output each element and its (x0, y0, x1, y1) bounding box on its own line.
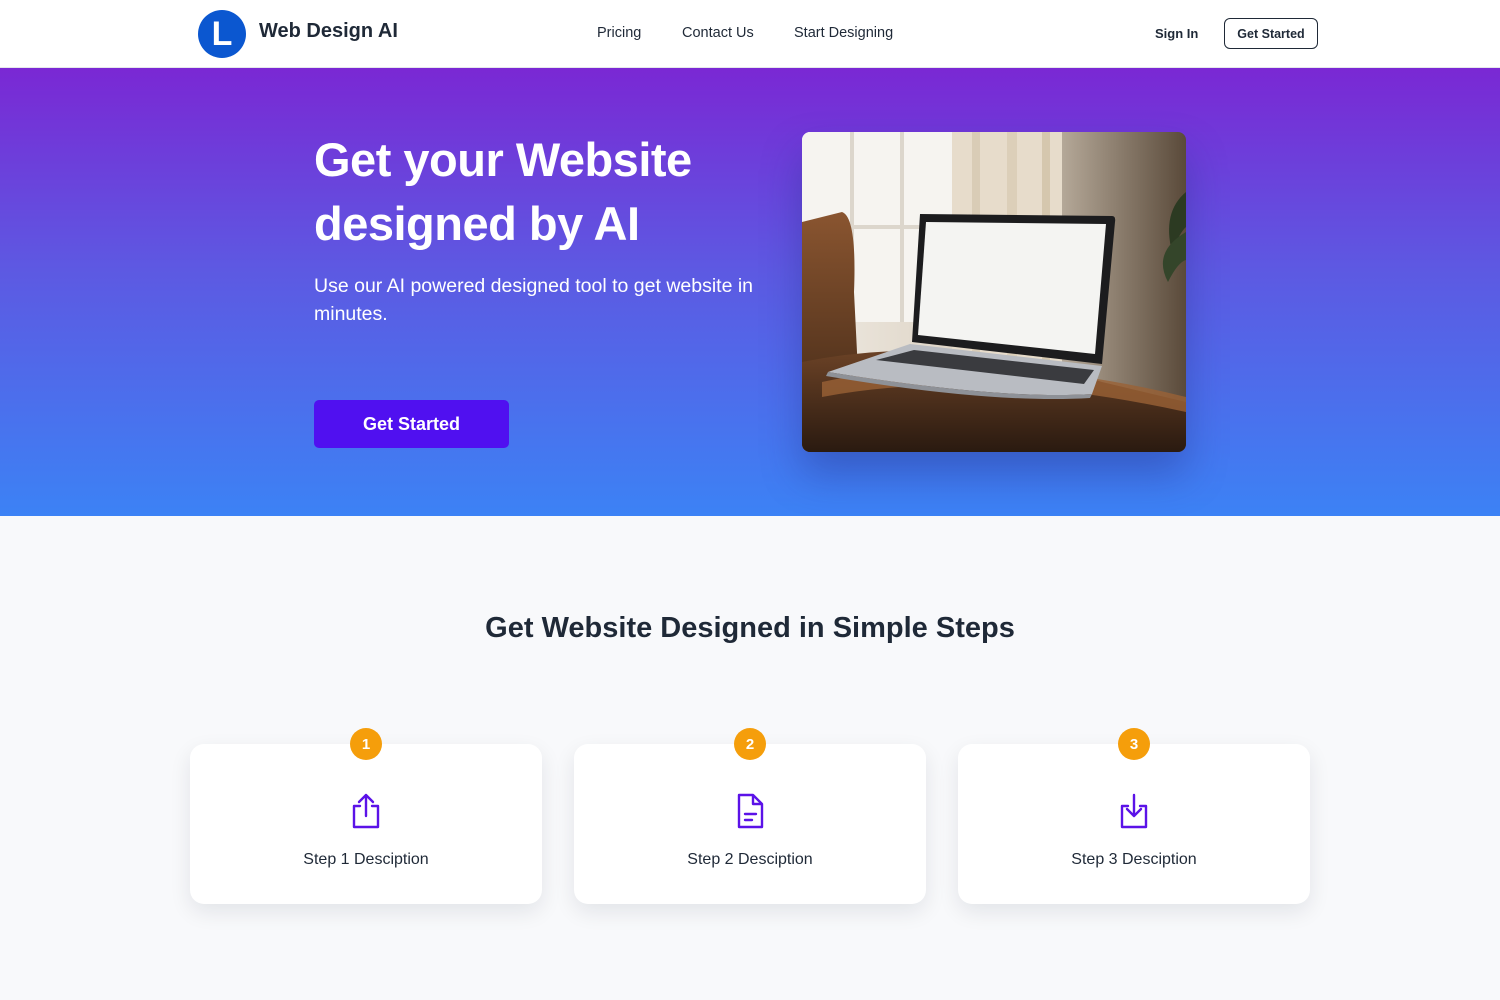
step-card-2: Step 2 Desciption (574, 744, 926, 904)
download-icon (1120, 793, 1148, 829)
logo-icon[interactable]: L (198, 10, 246, 58)
steps-section-title: Get Website Designed in Simple Steps (485, 612, 1015, 644)
step-card-1: Step 1 Desciption (190, 744, 542, 904)
sign-in-link[interactable]: Sign In (1155, 26, 1198, 41)
step-2-badge: 2 (734, 728, 766, 760)
nav-start-designing[interactable]: Start Designing (794, 25, 893, 41)
step-1-badge: 1 (350, 728, 382, 760)
hero-subtitle: Use our AI powered designed tool to get … (314, 275, 754, 325)
step-2-description: Step 2 Desciption (687, 851, 813, 868)
upload-icon (352, 793, 380, 829)
hero-get-started-button[interactable]: Get Started (314, 400, 509, 448)
step-card-3: Step 3 Desciption (958, 744, 1310, 904)
document-icon (737, 793, 764, 829)
top-navbar: L Web Design AI Pricing Contact Us Start… (0, 0, 1500, 68)
laptop-photo (802, 132, 1186, 452)
header-get-started-button[interactable]: Get Started (1224, 18, 1318, 49)
brand-name[interactable]: Web Design AI (259, 20, 398, 43)
step-1-description: Step 1 Desciption (303, 851, 429, 868)
step-3-badge: 3 (1118, 728, 1150, 760)
nav-contact-us[interactable]: Contact Us (682, 25, 754, 41)
step-3-description: Step 3 Desciption (1071, 851, 1197, 868)
laptop-illustration (802, 132, 1186, 452)
hero-title: Get your Website designed by AI (314, 133, 692, 250)
logo-letter: L (211, 15, 233, 53)
nav-pricing[interactable]: Pricing (597, 25, 641, 41)
